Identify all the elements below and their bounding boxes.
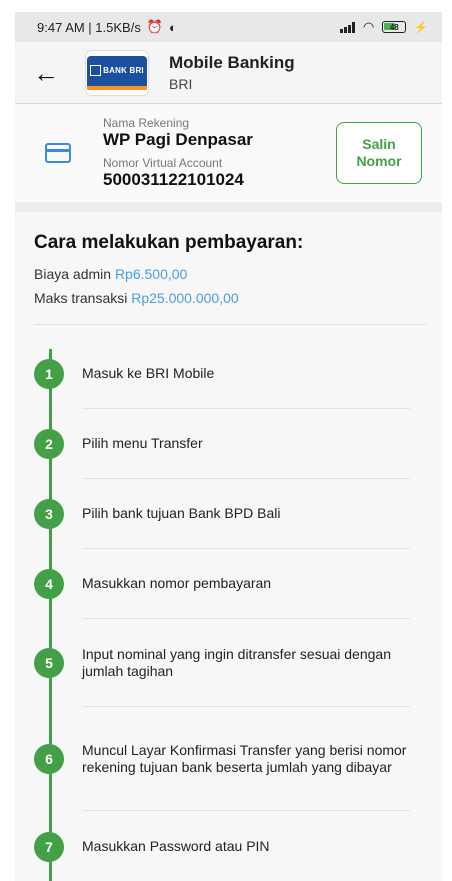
step-number: 2 (34, 429, 64, 459)
step-number: 3 (34, 499, 64, 529)
page-subtitle: BRI (169, 76, 193, 92)
step-item: 7 Masukkan Password atau PIN (34, 811, 426, 881)
max-transaction-value: Rp25.000.000,00 (131, 290, 239, 306)
step-number: 4 (34, 569, 64, 599)
step-item: 3 Pilih bank tujuan Bank BPD Bali (34, 479, 426, 549)
copy-number-button[interactable]: Salin Nomor (336, 122, 422, 184)
virtual-account-value: 500031122101024 (103, 170, 244, 189)
step-text: Masukkan Password atau PIN (82, 838, 270, 854)
step-item: 1 Masuk ke BRI Mobile (34, 339, 426, 409)
step-text: Masuk ke BRI Mobile (82, 365, 215, 381)
step-number: 6 (34, 744, 64, 774)
admin-fee-label: Biaya admin (34, 266, 112, 282)
step-item: 5 Input nominal yang ingin ditransfer se… (34, 619, 426, 707)
divider (34, 324, 426, 325)
status-bar: 9:47 AM | 1.5KB/s ⏰ ◐ ◠ 48 ⚡ (15, 12, 442, 42)
steps-list: 1 Masuk ke BRI Mobile 2 Pilih menu Trans… (34, 339, 426, 881)
battery-icon: 48 (382, 21, 407, 33)
page-title: Mobile Banking (169, 53, 295, 72)
instructions-title: Cara melakukan pembayaran: (34, 232, 304, 253)
signal-icon (340, 21, 355, 33)
app-notification-icon: ◐ (169, 19, 177, 35)
virtual-account-label: Nomor Virtual Account (103, 156, 223, 170)
max-transaction-row: Maks transaksi Rp25.000.000,00 (34, 290, 426, 306)
step-text: Masukkan nomor pembayaran (82, 575, 272, 591)
payment-instructions: Cara melakukan pembayaran: Biaya admin R… (15, 212, 442, 881)
step-text: Muncul Layar Konfirmasi Transfer yang be… (82, 741, 407, 775)
account-card: Nama Rekening WP Pagi Denpasar Nomor Vir… (15, 104, 442, 212)
phone-screen: 9:47 AM | 1.5KB/s ⏰ ◐ ◠ 48 ⚡ ← BANK BRI … (15, 12, 442, 881)
account-name-label: Nama Rekening (103, 116, 190, 130)
charging-icon: ⚡ (414, 21, 428, 34)
bri-logo: BANK BRI (85, 49, 149, 96)
max-transaction-label: Maks transaksi (34, 290, 128, 306)
step-item: 4 Masukkan nomor pembayaran (34, 549, 426, 619)
admin-fee-row: Biaya admin Rp6.500,00 (34, 266, 426, 282)
bri-logo-text: BANK BRI (103, 66, 144, 75)
step-text: Pilih bank tujuan Bank BPD Bali (82, 505, 281, 521)
status-time: 9:47 AM | 1.5KB/s (37, 19, 141, 35)
step-text: Pilih menu Transfer (82, 435, 203, 451)
account-name-value: WP Pagi Denpasar (103, 130, 253, 149)
back-arrow-icon[interactable]: ← (33, 60, 85, 86)
step-text: Input nominal yang ingin ditransfer sesu… (82, 645, 391, 679)
credit-card-icon (45, 143, 71, 163)
step-number: 7 (34, 832, 64, 862)
step-number: 5 (34, 648, 64, 678)
admin-fee-value: Rp6.500,00 (114, 266, 188, 282)
step-item: 2 Pilih menu Transfer (34, 409, 426, 479)
step-item: 6 Muncul Layar Konfirmasi Transfer yang … (34, 707, 426, 811)
copy-number-label: Salin Nomor (356, 136, 402, 169)
wifi-icon: ◠ (362, 19, 375, 34)
alarm-icon: ⏰ (146, 19, 164, 34)
battery-level: 48 (389, 22, 399, 32)
step-number: 1 (34, 359, 64, 389)
app-header: ← BANK BRI Mobile Banking BRI (15, 42, 442, 104)
